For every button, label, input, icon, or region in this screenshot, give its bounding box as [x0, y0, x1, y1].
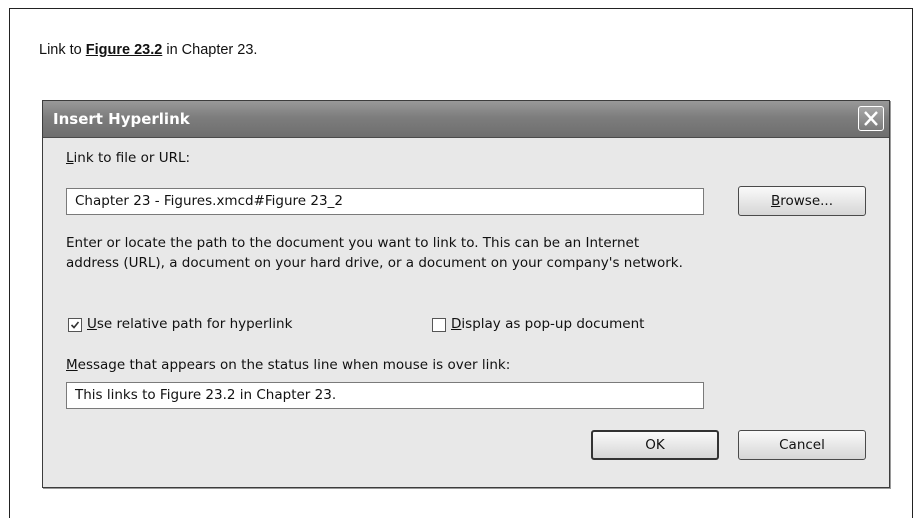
dialog-titlebar[interactable]: Insert Hyperlink — [43, 101, 889, 138]
close-button[interactable] — [858, 106, 884, 131]
relative-path-label[interactable]: Use relative path for hyperlink — [87, 316, 292, 332]
cancel-button[interactable]: Cancel — [738, 430, 866, 460]
relative-path-checkbox[interactable] — [68, 318, 82, 332]
checkmark-icon — [70, 321, 80, 329]
link-label: Link to file or URL: — [66, 150, 191, 166]
status-message-input[interactable]: This links to Figure 23.2 in Chapter 23. — [66, 382, 704, 409]
dialog-title: Insert Hyperlink — [53, 110, 190, 128]
figure-link[interactable]: Figure 23.2 — [86, 42, 163, 58]
description-line-2: address (URL), a document on your hard d… — [66, 255, 683, 271]
insert-hyperlink-dialog: Insert Hyperlink Link to file or URL: Ch… — [42, 100, 890, 488]
description-line-1: Enter or locate the path to the document… — [66, 235, 640, 251]
message-label: Message that appears on the status line … — [66, 357, 511, 373]
browse-button[interactable]: Browse... — [738, 186, 866, 216]
popup-checkbox[interactable] — [432, 318, 446, 332]
link-url-input[interactable]: Chapter 23 - Figures.xmcd#Figure 23_2 — [66, 188, 704, 215]
intro-prefix: Link to — [39, 42, 86, 58]
ok-button[interactable]: OK — [591, 430, 719, 460]
close-x-icon — [864, 111, 878, 126]
intro-text: Link to Figure 23.2 in Chapter 23. — [39, 42, 257, 58]
intro-suffix: in Chapter 23. — [162, 42, 258, 58]
popup-label[interactable]: Display as pop-up document — [451, 316, 644, 332]
